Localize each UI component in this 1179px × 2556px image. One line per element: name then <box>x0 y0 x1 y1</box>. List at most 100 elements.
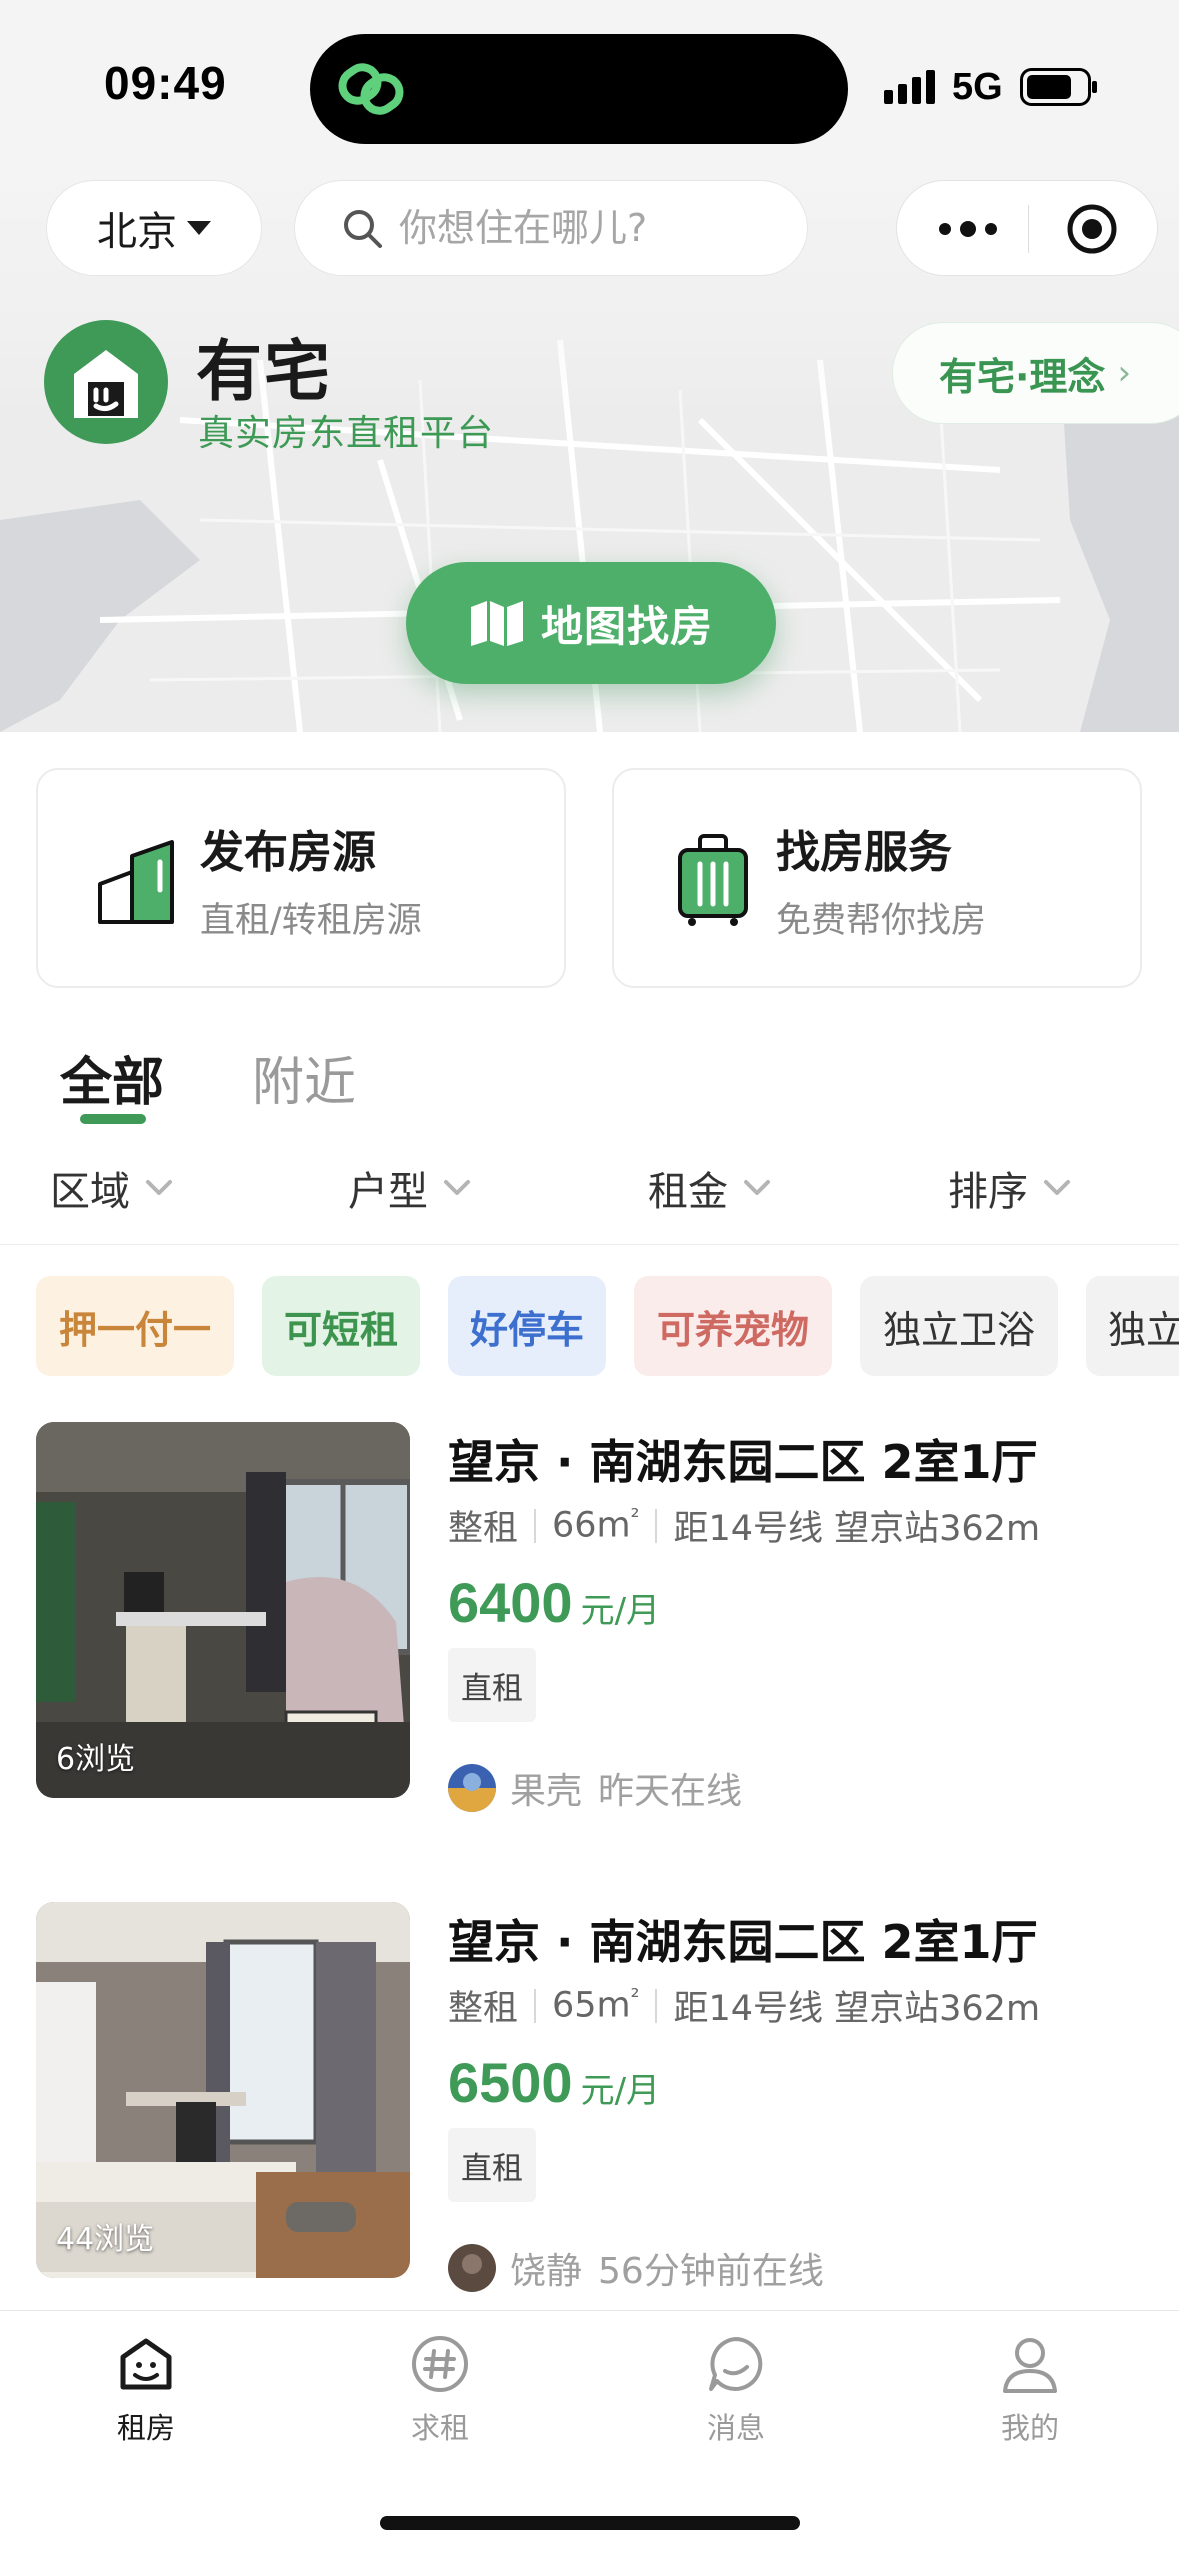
rent-type: 整租 <box>448 1989 519 2029</box>
brand-name: 有宅 <box>196 333 332 410</box>
listing-area: 65m² <box>552 1985 640 2026</box>
caret-down-icon <box>187 221 211 235</box>
search-input[interactable] <box>399 206 779 250</box>
online-status: 56分钟前在线 <box>598 2251 824 2292</box>
chevron-down-icon <box>744 1180 770 1195</box>
view-count: 6浏览 <box>56 1742 136 1777</box>
more-dots-icon[interactable] <box>933 207 1003 251</box>
listing-price: 6400 元/月 <box>448 1570 660 1635</box>
dynamic-island <box>310 34 848 144</box>
network-type: 5G <box>952 66 1003 108</box>
capsule-divider <box>1028 205 1029 253</box>
listing-meta: 整租 66m² 距14号线 望京站362m <box>448 1500 1040 1551</box>
chip-pets-allowed[interactable]: 可养宠物 <box>634 1276 832 1376</box>
price-unit: 元/月 <box>580 2071 661 2111</box>
avatar <box>448 1764 496 1812</box>
app-link-icon <box>338 63 404 115</box>
view-count: 44浏览 <box>56 2222 155 2257</box>
landlord-name: 果壳 <box>510 1771 583 1812</box>
chip-private-bathroom[interactable]: 独立卫浴 <box>860 1276 1058 1376</box>
landlord-info: 饶静 56分钟前在线 <box>448 2242 824 2294</box>
listing-area: 66m² <box>552 1505 640 1546</box>
transit-distance: 距14号线 望京站362m <box>673 1509 1041 1549</box>
publish-subtitle: 直租/转租房源 <box>200 901 422 941</box>
chat-icon <box>709 2337 763 2391</box>
online-status: 昨天在线 <box>598 1771 743 1812</box>
house-logo-icon <box>74 350 138 418</box>
brand-tagline: 真实房东直租平台 <box>198 413 495 454</box>
city-label: 北京 <box>97 209 177 255</box>
chip-parking[interactable]: 好停车 <box>448 1276 606 1376</box>
tabbar-label: 租房 <box>116 2411 175 2445</box>
map-search-button[interactable]: 地图找房 <box>406 562 776 684</box>
listing-title: 望京 · 南湖东园二区 2室1厅 <box>448 1435 1038 1489</box>
concept-label: 有宅·理念 <box>939 354 1106 399</box>
luggage-icon <box>678 834 748 926</box>
user-icon <box>1003 2338 1057 2393</box>
building-icon <box>98 840 174 924</box>
chip-deposit-one-month[interactable]: 押一付一 <box>36 1276 234 1376</box>
filter-area[interactable]: 区域 <box>50 1158 174 1218</box>
publish-title: 发布房源 <box>200 827 376 878</box>
avatar <box>448 2244 496 2292</box>
cellular-signal-icon <box>884 70 935 104</box>
city-selector[interactable]: 北京 <box>46 180 262 276</box>
filter-sort-label: 排序 <box>948 1169 1028 1215</box>
chevron-right-icon: › <box>1117 353 1132 393</box>
publish-listing-card[interactable]: 发布房源 直租/转租房源 <box>36 768 566 988</box>
brand-logo <box>44 320 168 444</box>
tabbar-label: 求租 <box>410 2411 469 2445</box>
price-unit: 元/月 <box>580 1591 661 1631</box>
chip-independent[interactable]: 独立 <box>1086 1276 1179 1376</box>
status-time: 09:49 <box>104 57 227 109</box>
listing-meta: 整租 65m² 距14号线 望京站362m <box>448 1980 1040 2031</box>
home-indicator <box>380 2516 800 2530</box>
filter-divider <box>0 1244 1179 1245</box>
listing-title: 望京 · 南湖东园二区 2室1厅 <box>448 1915 1038 1969</box>
tabbar-item-profile[interactable]: 我的 <box>930 2331 1130 2461</box>
brand-concept-button[interactable]: 有宅·理念 › <box>892 322 1179 424</box>
chevron-down-icon <box>1044 1180 1070 1195</box>
landlord-name: 饶静 <box>510 2251 583 2292</box>
tab-nearby[interactable]: 附近 <box>252 1040 356 1115</box>
chevron-down-icon <box>444 1180 470 1195</box>
tag-chip-row: 押一付一 可短租 好停车 可养宠物 独立卫浴 独立 <box>36 1276 1179 1376</box>
tabbar-label: 消息 <box>706 2411 765 2445</box>
map-icon <box>470 601 523 646</box>
direct-rent-badge: 直租 <box>448 2128 536 2202</box>
filter-rent[interactable]: 租金 <box>648 1158 772 1218</box>
find-house-title: 找房服务 <box>776 827 952 878</box>
listing-card[interactable]: 6浏览 望京 · 南湖东园二区 2室1厅 整租 66m² 距14号线 望京站36… <box>0 1422 1179 1822</box>
active-tab-indicator <box>80 1114 146 1124</box>
tabbar-item-rent[interactable]: 租房 <box>46 2331 246 2461</box>
search-bar[interactable] <box>294 180 808 276</box>
listing-photo[interactable]: 6浏览 <box>36 1422 410 1798</box>
filter-rent-label: 租金 <box>648 1169 728 1215</box>
find-house-subtitle: 免费帮你找房 <box>776 901 987 941</box>
filter-area-label: 区域 <box>50 1169 130 1215</box>
tabbar-item-wanted[interactable]: 求租 <box>340 2331 540 2461</box>
landlord-info: 果壳 昨天在线 <box>448 1762 742 1814</box>
close-target-icon[interactable] <box>1065 202 1119 256</box>
filter-sort[interactable]: 排序 <box>948 1158 1072 1218</box>
hash-icon <box>412 2336 468 2392</box>
find-house-service-card[interactable]: 找房服务 免费帮你找房 <box>612 768 1142 988</box>
tabbar-item-messages[interactable]: 消息 <box>636 2331 836 2461</box>
filter-layout-label: 户型 <box>348 1169 428 1215</box>
chip-short-term[interactable]: 可短租 <box>262 1276 420 1376</box>
listing-photo[interactable]: 44浏览 <box>36 1902 410 2278</box>
filter-layout[interactable]: 户型 <box>348 1158 472 1218</box>
price-value: 6400 <box>448 1571 573 1634</box>
price-value: 6500 <box>448 2051 573 2114</box>
rent-type: 整租 <box>448 1509 519 1549</box>
search-icon <box>344 210 382 248</box>
transit-distance: 距14号线 望京站362m <box>673 1989 1041 2029</box>
direct-rent-badge: 直租 <box>448 1648 536 1722</box>
tab-all[interactable]: 全部 <box>60 1040 164 1115</box>
home-icon <box>120 2338 172 2390</box>
listing-card[interactable]: 44浏览 望京 · 南湖东园二区 2室1厅 整租 65m² 距14号线 望京站3… <box>0 1902 1179 2302</box>
listing-price: 6500 元/月 <box>448 2050 660 2115</box>
battery-icon <box>1020 68 1097 106</box>
chevron-down-icon <box>146 1180 172 1195</box>
map-button-label: 地图找房 <box>540 601 713 651</box>
